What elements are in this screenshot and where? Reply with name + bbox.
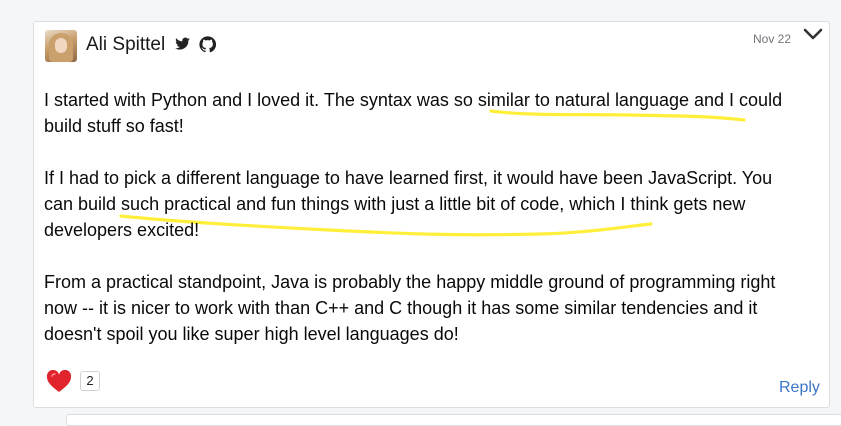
- reply-button[interactable]: Reply: [779, 379, 820, 397]
- avatar-face: [55, 38, 67, 53]
- comment-date[interactable]: Nov 22: [753, 32, 791, 46]
- comment-paragraph: If I had to pick a different language to…: [44, 168, 773, 240]
- heart-count: 2: [80, 371, 100, 391]
- comment-paragraph: From a practical standpoint, Java is pro…: [44, 272, 776, 344]
- comment-paragraph: I started with Python and I loved it. Th…: [44, 90, 783, 136]
- author-name[interactable]: Ali Spittel: [86, 34, 165, 56]
- previous-comment-cut: [40, 0, 840, 7]
- next-comment-card: [66, 414, 841, 426]
- chevron-down-icon[interactable]: [803, 27, 823, 41]
- heart-icon[interactable]: [46, 370, 72, 394]
- twitter-icon[interactable]: [174, 36, 191, 52]
- github-icon[interactable]: [199, 36, 216, 53]
- comment-body: I started with Python and I loved it. Th…: [44, 87, 804, 373]
- comment-card: Ali Spittel Nov 22 I started with Python…: [33, 21, 830, 408]
- avatar[interactable]: [45, 30, 77, 62]
